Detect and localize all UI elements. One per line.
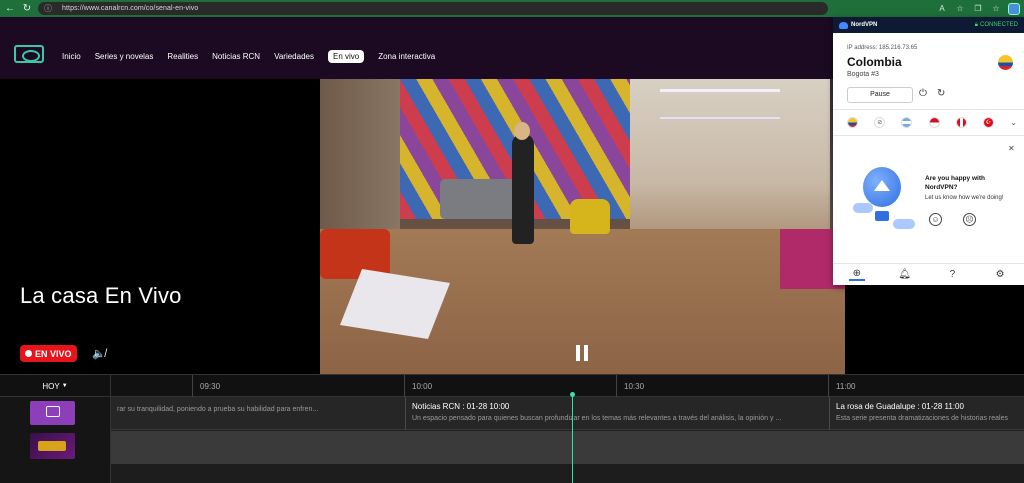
program-row: rar su tranquilidad, poniendo a prueba s…	[111, 397, 1024, 430]
current-time-indicator	[570, 392, 575, 483]
channel-column	[0, 397, 111, 483]
program-title: La rosa de Guadalupe : 01-28 11:00	[836, 402, 964, 411]
menu-item-noticias[interactable]: Noticias RCN	[212, 52, 260, 61]
vpn-status: 🔒︎ CONNECTED	[975, 22, 1018, 29]
favorite-icon[interactable]: ☆	[954, 4, 966, 13]
vpn-bottom-nav: ⊕ 🔔︎ ? ⚙	[833, 263, 1024, 285]
address-bar[interactable]: ⓘ https://www.canalrcn.com/co/senal-en-v…	[38, 2, 828, 15]
close-icon[interactable]: ✕	[1008, 144, 1015, 153]
time-tick: 09:30	[192, 375, 220, 397]
globe-icon[interactable]: ⊕	[848, 268, 865, 281]
video-frame-red-sofa	[320, 229, 390, 279]
program-title: Noticias RCN : 01-28 10:00	[412, 402, 510, 411]
balloon-shape	[863, 167, 901, 207]
vpn-brand: NordVPN	[851, 22, 878, 28]
vpn-status-label: CONNECTED	[979, 21, 1018, 28]
colombia-flag-quick-icon[interactable]	[847, 117, 858, 128]
time-tick: 11:00	[828, 375, 855, 397]
vpn-ip-address: IP address: 185.216.73.65	[847, 45, 918, 51]
day-selector[interactable]: HOY ▼	[0, 375, 111, 397]
sad-face-icon[interactable]: ☹	[963, 213, 976, 226]
cloud-shape	[893, 219, 915, 229]
program-item[interactable]: rar su tranquilidad, poniendo a prueba s…	[111, 397, 404, 430]
menu-item-series[interactable]: Series y novelas	[95, 52, 154, 61]
pause-icon[interactable]	[575, 345, 589, 361]
favorites-bar-icon[interactable]: ☆	[990, 4, 1002, 13]
help-icon[interactable]: ?	[944, 269, 960, 280]
reconnect-icon[interactable]: ↻	[937, 88, 945, 99]
menu-item-realities[interactable]: Realities	[167, 52, 198, 61]
live-label: EN VIVO	[35, 348, 72, 359]
divider	[833, 135, 1024, 136]
video-player[interactable]	[320, 79, 845, 374]
time-tick: 10:30	[616, 375, 644, 397]
argentina-flag-icon[interactable]	[901, 117, 913, 128]
power-icon[interactable]: ⏻	[919, 88, 927, 99]
peru-flag-icon[interactable]	[955, 117, 967, 128]
collections-icon[interactable]: ❐	[972, 4, 984, 13]
quick-connect-row: ⊘ ☪ ⌄	[847, 117, 1017, 128]
vpn-pause-button[interactable]: Pause	[847, 87, 913, 103]
live-badge: EN VIVO	[20, 345, 77, 362]
vpn-server: Bogota #3	[847, 71, 879, 78]
read-aloud-icon[interactable]: A	[936, 4, 948, 13]
divider	[833, 109, 1024, 110]
live-dot-icon	[25, 350, 32, 357]
channel-logo-la-casa[interactable]	[30, 433, 75, 459]
promo-subtitle: Let us know how we're doing!	[925, 195, 1004, 201]
mute-icon[interactable]: 🔈̸	[92, 347, 106, 360]
main-menu: Inicio Series y novelas Realities Notici…	[62, 50, 449, 63]
program-description: Un espacio pensado para quienes buscan p…	[412, 415, 782, 422]
chevron-down-icon[interactable]: ⌄	[1010, 118, 1017, 127]
vpn-country: Colombia	[847, 55, 902, 69]
video-frame-lights	[660, 89, 780, 119]
time-tick: 10:00	[404, 375, 432, 397]
lock-icon: 🔒︎	[974, 21, 978, 28]
site-info-icon[interactable]: ⓘ	[44, 4, 54, 14]
caret-down-icon: ▼	[61, 383, 68, 389]
nordvpn-popup: NordVPN 🔒︎ CONNECTED IP address: 185.216.…	[833, 17, 1024, 285]
menu-item-variedades[interactable]: Variedades	[274, 52, 314, 61]
cloud-shape	[853, 203, 873, 213]
bell-icon[interactable]: 🔔︎	[897, 269, 913, 280]
video-frame-person	[512, 122, 534, 244]
basket-shape	[875, 211, 889, 221]
program-item[interactable]: Noticias RCN : 01-28 10:00 Un espacio pe…	[405, 397, 829, 430]
url-text: https://www.canalrcn.com/co/senal-en-viv…	[62, 5, 199, 12]
nordvpn-extension-icon[interactable]	[1008, 2, 1020, 15]
promo-question: Are you happy with NordVPN?	[925, 175, 985, 191]
program-guide: HOY ▼ 09:30 10:00 10:30 11:00 rar su tra…	[0, 374, 1024, 483]
colombia-flag-icon	[998, 55, 1013, 70]
program-row-empty[interactable]	[111, 431, 1024, 464]
turkey-flag-icon[interactable]: ☪	[983, 117, 995, 128]
indonesia-flag-icon[interactable]	[928, 117, 940, 128]
show-title: La casa En Vivo	[20, 283, 182, 308]
menu-item-zona-interactiva[interactable]: Zona interactiva	[378, 52, 435, 61]
program-description: Esta serie presenta dramatizaciones de h…	[836, 415, 1008, 422]
channel-logo-rcn[interactable]	[30, 401, 75, 425]
menu-item-inicio[interactable]: Inicio	[62, 52, 81, 61]
video-frame-yellow-chair	[570, 199, 610, 234]
program-description: rar su tranquilidad, poniendo a prueba s…	[117, 406, 319, 413]
rcn-logo[interactable]	[14, 45, 44, 63]
nordvpn-logo-icon	[839, 21, 848, 29]
back-icon[interactable]: ←	[3, 2, 17, 16]
browser-toolbar: ← ↻ ⓘ https://www.canalrcn.com/co/senal-…	[0, 0, 1024, 17]
settings-gear-icon[interactable]: ⚙	[992, 269, 1008, 280]
program-item[interactable]: La rosa de Guadalupe : 01-28 11:00 Esta …	[829, 397, 1024, 430]
vpn-header: NordVPN 🔒︎ CONNECTED	[833, 17, 1024, 33]
reload-icon[interactable]: ↻	[20, 2, 34, 16]
happy-face-icon[interactable]: ☺	[929, 213, 942, 226]
hot-air-balloon-illustration	[853, 167, 915, 237]
day-selector-label: HOY	[42, 381, 60, 391]
guide-time-row: HOY ▼ 09:30 10:00 10:30 11:00	[0, 375, 1024, 397]
menu-item-en-vivo[interactable]: En vivo	[327, 50, 365, 63]
specialty-server-icon[interactable]: ⊘	[874, 117, 886, 128]
